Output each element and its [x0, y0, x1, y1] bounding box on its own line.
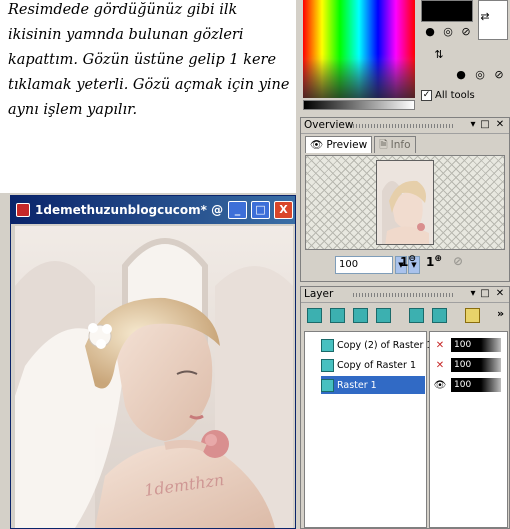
workspace-background [0, 193, 10, 529]
grip-icon[interactable] [353, 293, 455, 297]
layer-properties-icon[interactable] [465, 308, 480, 323]
style-none-icon[interactable]: ⊘ [459, 25, 473, 39]
maximize-icon[interactable]: □ [479, 288, 491, 300]
close-icon[interactable]: ✕ [494, 288, 506, 300]
color-spectrum-shade [303, 0, 415, 98]
overview-preview[interactable] [305, 155, 505, 250]
grip-icon[interactable] [353, 124, 455, 128]
raster-layer-icon [321, 378, 334, 392]
pin-icon[interactable]: ▾ [467, 119, 479, 131]
all-tools-label: All tools [435, 90, 475, 101]
bride-artwork: 1demthzn [15, 226, 293, 528]
style-gradient-icon[interactable]: ◎ [441, 25, 455, 39]
eye-closed-icon[interactable]: ✕ [432, 360, 448, 371]
zoom-input[interactable]: 100 [335, 256, 393, 274]
close-icon[interactable]: ✕ [494, 119, 506, 131]
tab-info[interactable]: 🗎 Info [374, 136, 416, 153]
minimize-button[interactable]: _ [228, 201, 247, 219]
layer-props-row: ✕ 100 [432, 356, 506, 374]
greyscale-bar[interactable] [303, 100, 415, 110]
layer-titlebar[interactable]: Layer ▾ □ ✕ [301, 287, 509, 303]
layer-properties-column: ✕ 100 ✕ 100 👁 100 [429, 331, 508, 528]
overview-tabs: 👁 Preview 🗎 Info [305, 136, 416, 154]
zoom-out-button[interactable]: 1⊖ [400, 254, 416, 269]
texture-none-icon[interactable]: ⊘ [492, 68, 506, 82]
opacity-slider[interactable]: 100 [451, 338, 501, 352]
instruction-line: aynı işlem yapılır. [8, 102, 138, 118]
merge-layers-icon[interactable] [409, 308, 424, 323]
instruction-text-panel: Resimdede gördüğünüz gibi ilk ikisinin y… [0, 0, 296, 193]
close-button[interactable]: X [274, 201, 293, 219]
layer-name: Copy of Raster 1 [337, 359, 416, 371]
layer-item[interactable]: Copy (2) of Raster 1 [321, 336, 432, 354]
thumbnail-image [377, 161, 433, 244]
materials-panel: ⇄ ● ◎ ⊘ ⇅ ● ◎ ⊘ ✓ All tools [418, 0, 510, 113]
texture-gradient-icon[interactable]: ◎ [473, 68, 487, 82]
new-raster-layer-icon[interactable] [307, 308, 322, 323]
image-window-titlebar[interactable]: 1demethuzunblogcucom* @ ... _ □ X [11, 196, 295, 224]
style-color-icon[interactable]: ● [423, 25, 437, 39]
pin-icon[interactable]: ▾ [467, 288, 479, 300]
eye-closed-icon[interactable]: ✕ [432, 340, 448, 351]
swap-materials-icon[interactable]: ⇅ [432, 48, 446, 62]
eye-icon: 👁 [310, 139, 324, 151]
layer-list[interactable]: Copy (2) of Raster 1 Copy of Raster 1 Ra… [304, 331, 432, 528]
checkbox-box[interactable]: ✓ [421, 90, 432, 101]
instruction-line: tıklamak yeterli. Gözü açmak için yine [8, 77, 290, 93]
instruction-line: kapattım. Gözün üstüne gelip 1 kere [8, 52, 277, 68]
zoom-in-icon: ⊕ [434, 254, 442, 264]
image-canvas[interactable]: 1demthzn [15, 226, 293, 528]
layer-title: Layer [304, 288, 334, 300]
image-window-title: 1demethuzunblogcucom* @ ... [35, 203, 241, 217]
raster-layer-icon [321, 358, 334, 372]
layer-name: Raster 1 [337, 379, 377, 391]
zoom-actual-icon[interactable]: ⊘ [453, 254, 463, 268]
document-icon [16, 203, 30, 217]
overview-title: Overview [304, 119, 354, 131]
zoom-out-icon: ⊖ [408, 254, 416, 264]
color-palette[interactable] [300, 0, 418, 113]
more-options-icon[interactable]: » [497, 307, 504, 320]
all-tools-checkbox[interactable]: ✓ All tools [421, 90, 475, 101]
layer-item[interactable]: Copy of Raster 1 [321, 356, 425, 374]
eye-icon[interactable]: 👁 [432, 380, 448, 391]
foreground-color-swatch[interactable] [421, 0, 473, 22]
new-mask-layer-icon[interactable] [353, 308, 368, 323]
layer-props-row: 👁 100 [432, 376, 506, 394]
tab-preview-label: Preview [326, 139, 368, 151]
new-vector-layer-icon[interactable] [330, 308, 345, 323]
instruction-line: Resimdede gördüğünüz gibi ilk [8, 2, 238, 18]
tab-info-label: Info [390, 139, 411, 151]
layer-item-selected[interactable]: Raster 1 [321, 376, 425, 394]
maximize-button[interactable]: □ [251, 201, 270, 219]
layer-toolbar: » [305, 307, 507, 327]
swap-colors-icon[interactable]: ⇄ [478, 10, 492, 24]
layer-name: Copy (2) of Raster 1 [337, 339, 433, 351]
overview-titlebar[interactable]: Overview ▾ □ ✕ [301, 118, 509, 134]
tab-preview[interactable]: 👁 Preview [305, 136, 373, 153]
image-document-window[interactable]: 1demethuzunblogcucom* @ ... _ □ X 1demth… [10, 195, 296, 529]
texture-color-icon[interactable]: ● [454, 68, 468, 82]
raster-layer-icon [321, 338, 334, 352]
layer-palette: Layer ▾ □ ✕ » Copy (2) of Raster 1 Copy … [300, 286, 510, 529]
layer-props-row: ✕ 100 [432, 336, 506, 354]
instruction-line: ikisinin yamnda bulunan gözleri [8, 27, 244, 43]
overview-thumbnail[interactable] [376, 160, 434, 245]
zoom-in-button[interactable]: 1⊕ [426, 254, 442, 269]
opacity-slider[interactable]: 100 [451, 378, 501, 392]
overview-palette: Overview ▾ □ ✕ 👁 Preview 🗎 Info 100 ▼ ▼ … [300, 117, 510, 282]
document-icon: 🗎 [379, 139, 388, 151]
duplicate-layer-icon[interactable] [376, 308, 391, 323]
opacity-slider[interactable]: 100 [451, 358, 501, 372]
maximize-icon[interactable]: □ [479, 119, 491, 131]
delete-layer-icon[interactable] [432, 308, 447, 323]
